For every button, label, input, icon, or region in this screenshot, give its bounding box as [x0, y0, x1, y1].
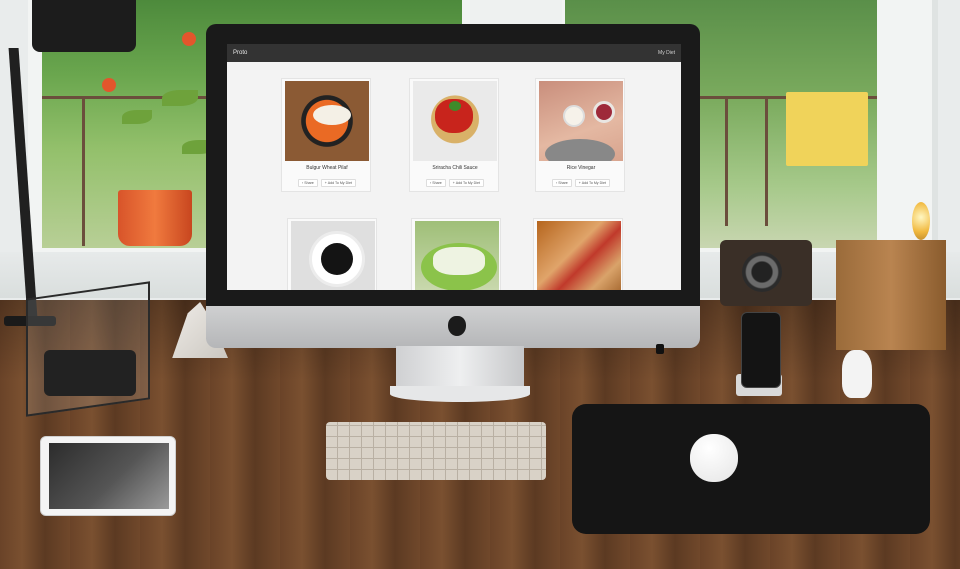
plant-leaf — [122, 110, 152, 124]
recipe-photo[interactable] — [291, 221, 375, 290]
ipad-screen — [49, 443, 169, 509]
recipe-card[interactable] — [287, 218, 377, 290]
recipe-photo[interactable] — [285, 81, 369, 161]
recipe-card[interactable]: Rice Vinegar ‹ Share + Add To My Diet — [535, 78, 625, 192]
photo-detail — [545, 139, 615, 161]
magic-mouse — [690, 434, 738, 482]
recipe-photo[interactable] — [537, 221, 621, 290]
add-to-diet-button[interactable]: + Add To My Diet — [448, 179, 484, 187]
camera-lens — [742, 252, 782, 292]
smartphone — [741, 312, 781, 388]
add-to-diet-button[interactable]: + Add To My Diet — [574, 179, 610, 187]
imac-stand-foot — [390, 386, 530, 402]
add-label: + Add To My Diet — [452, 181, 480, 185]
share-button[interactable]: ‹ Share — [552, 179, 572, 187]
card-actions: ‹ Share + Add To My Diet — [536, 179, 626, 187]
photo-detail — [449, 101, 461, 111]
share-icon: ‹ — [302, 181, 304, 185]
recipe-photo[interactable] — [415, 221, 499, 290]
recipe-title: Sriracha Chili Sauce — [432, 165, 478, 171]
terrarium-soil — [44, 350, 136, 396]
yellow-towel — [786, 92, 868, 166]
wood-block-lamp — [836, 240, 946, 350]
flower — [102, 78, 116, 92]
railing-post — [765, 96, 768, 226]
share-label: Share — [432, 181, 442, 185]
photo-detail — [563, 105, 585, 127]
desk-lamp-head — [32, 0, 136, 52]
share-icon: ‹ — [430, 181, 432, 185]
top-navbar: Proto My Diet — [227, 44, 681, 62]
add-label: + Add To My Diet — [324, 181, 352, 185]
card-actions: ‹ Share + Add To My Diet — [282, 179, 372, 187]
recipe-title: Rice Vinegar — [566, 165, 596, 171]
plant-leaf — [162, 90, 198, 106]
photo-detail — [313, 105, 351, 125]
add-to-diet-button[interactable]: + Add To My Diet — [320, 179, 356, 187]
share-button[interactable]: ‹ Share — [426, 179, 446, 187]
photo-detail — [593, 101, 615, 123]
desk-scene-photo: Proto My Diet Bulgur Wheat Pilaf ‹ Share … — [0, 0, 960, 569]
ipad-tablet — [40, 436, 176, 516]
orange-plant-pot — [118, 190, 192, 246]
recipe-photo[interactable] — [539, 81, 623, 161]
wireless-keyboard — [326, 422, 546, 480]
cable-plug — [656, 344, 664, 354]
recipe-card[interactable]: Sriracha Chili Sauce ‹ Share + Add To My … — [409, 78, 499, 192]
railing-post — [82, 96, 85, 246]
recipe-card[interactable] — [533, 218, 623, 290]
light-bulb — [912, 202, 930, 240]
monitor-screen: Proto My Diet Bulgur Wheat Pilaf ‹ Share … — [227, 44, 681, 290]
mouse-pad — [572, 404, 930, 534]
brand-logo[interactable]: Proto — [233, 50, 247, 56]
share-label: Share — [558, 181, 568, 185]
recipe-title: Bulgur Wheat Pilaf — [306, 165, 348, 171]
share-label: Share — [304, 181, 314, 185]
photo-detail — [433, 247, 485, 275]
photo-detail — [321, 243, 353, 275]
recipe-card[interactable] — [411, 218, 501, 290]
glass-terrarium — [26, 281, 150, 417]
share-icon: ‹ — [556, 181, 558, 185]
nav-link-my-diet[interactable]: My Diet — [658, 50, 675, 56]
add-label: + Add To My Diet — [578, 181, 606, 185]
polar-bear-figurine — [842, 350, 872, 398]
recipe-card[interactable]: Bulgur Wheat Pilaf ‹ Share + Add To My Di… — [281, 78, 371, 192]
flower — [182, 32, 196, 46]
imac-stand — [396, 346, 524, 390]
card-actions: ‹ Share + Add To My Diet — [410, 179, 500, 187]
vintage-camera — [720, 240, 812, 306]
apple-logo-icon — [448, 316, 466, 336]
share-button[interactable]: ‹ Share — [298, 179, 318, 187]
recipe-photo[interactable] — [413, 81, 497, 161]
railing-post — [725, 96, 728, 226]
